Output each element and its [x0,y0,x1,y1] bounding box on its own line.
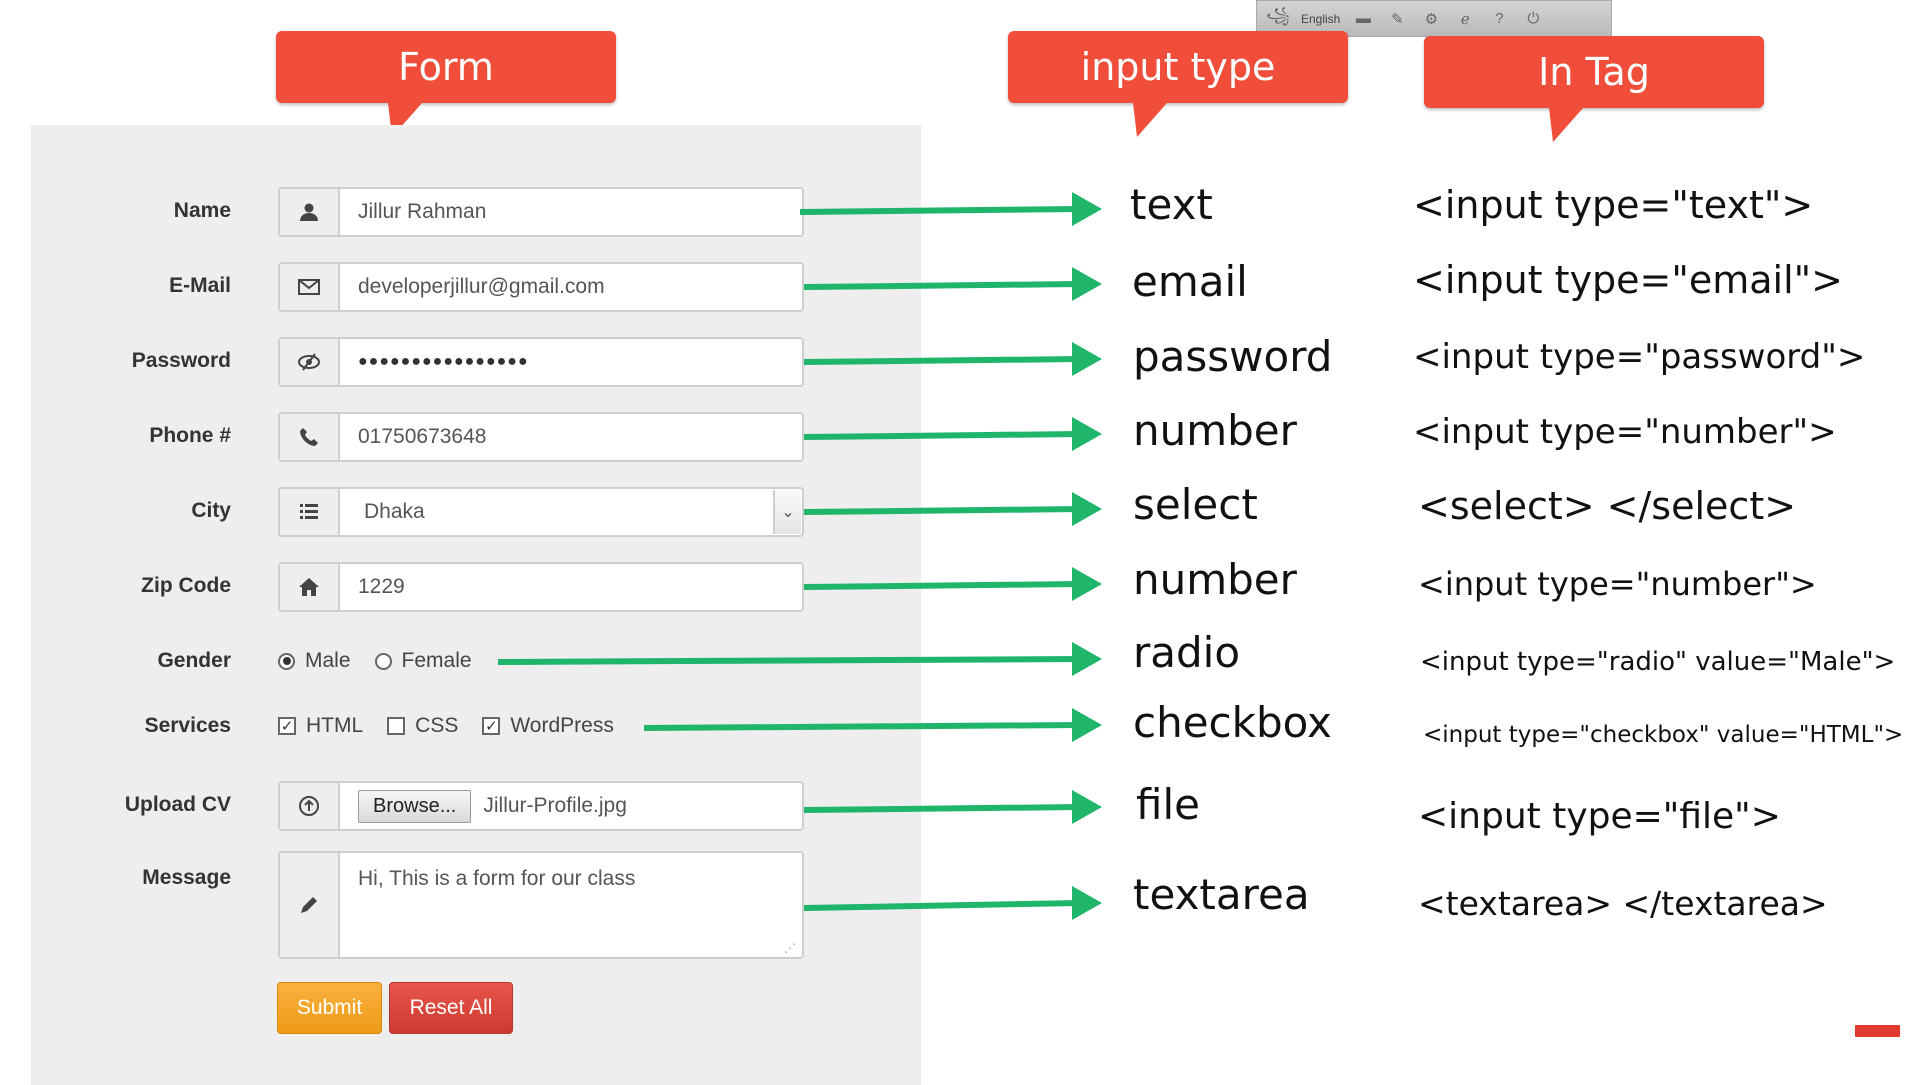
type-textarea: textarea [1133,870,1310,919]
arrow-head-password [1072,342,1102,376]
arrow-text [799,206,1081,215]
arrow-gender [497,656,1081,665]
tag-radio: <input type="radio" value="Male"> [1420,647,1896,677]
tag-email: <input type="email"> [1413,258,1843,302]
tag-password: <input type="password"> [1413,337,1866,377]
arrow-phone [803,431,1081,440]
type-select: select [1133,480,1258,529]
type-number-phone: number [1133,406,1297,455]
tag-number-zip: <input type="number"> [1418,565,1817,603]
arrow-head-services [1072,708,1102,742]
tag-file: <input type="file"> [1418,796,1781,837]
type-email: email [1132,257,1248,306]
arrow-head-city [1072,492,1102,526]
type-text: text [1130,180,1213,229]
tag-textarea: <textarea> </textarea> [1418,884,1828,923]
arrow-head-text [1072,192,1102,226]
arrow-head-gender [1072,642,1102,676]
subscribe-badge[interactable] [1855,1025,1900,1037]
arrow-email [803,281,1081,290]
arrow-city [803,506,1081,515]
arrow-head-textarea [1072,886,1102,920]
tag-checkbox: <input type="checkbox" value="HTML"> [1423,722,1904,748]
type-file: file [1136,780,1200,829]
arrow-password [803,356,1081,365]
type-password: password [1133,332,1333,381]
arrow-head-zip [1072,567,1102,601]
arrow-head-email [1072,267,1102,301]
type-checkbox: checkbox [1133,698,1332,747]
arrow-zip [803,581,1081,590]
arrow-head-file [1072,790,1102,824]
arrow-file [803,804,1081,813]
arrow-textarea [803,900,1081,911]
type-number-zip: number [1133,555,1297,604]
arrow-services [643,722,1081,731]
tag-number-phone: <input type="number"> [1413,412,1837,452]
tag-text: <input type="text"> [1413,183,1814,227]
type-radio: radio [1133,628,1241,677]
arrow-head-phone [1072,417,1102,451]
tag-select: <select> </select> [1418,484,1797,528]
